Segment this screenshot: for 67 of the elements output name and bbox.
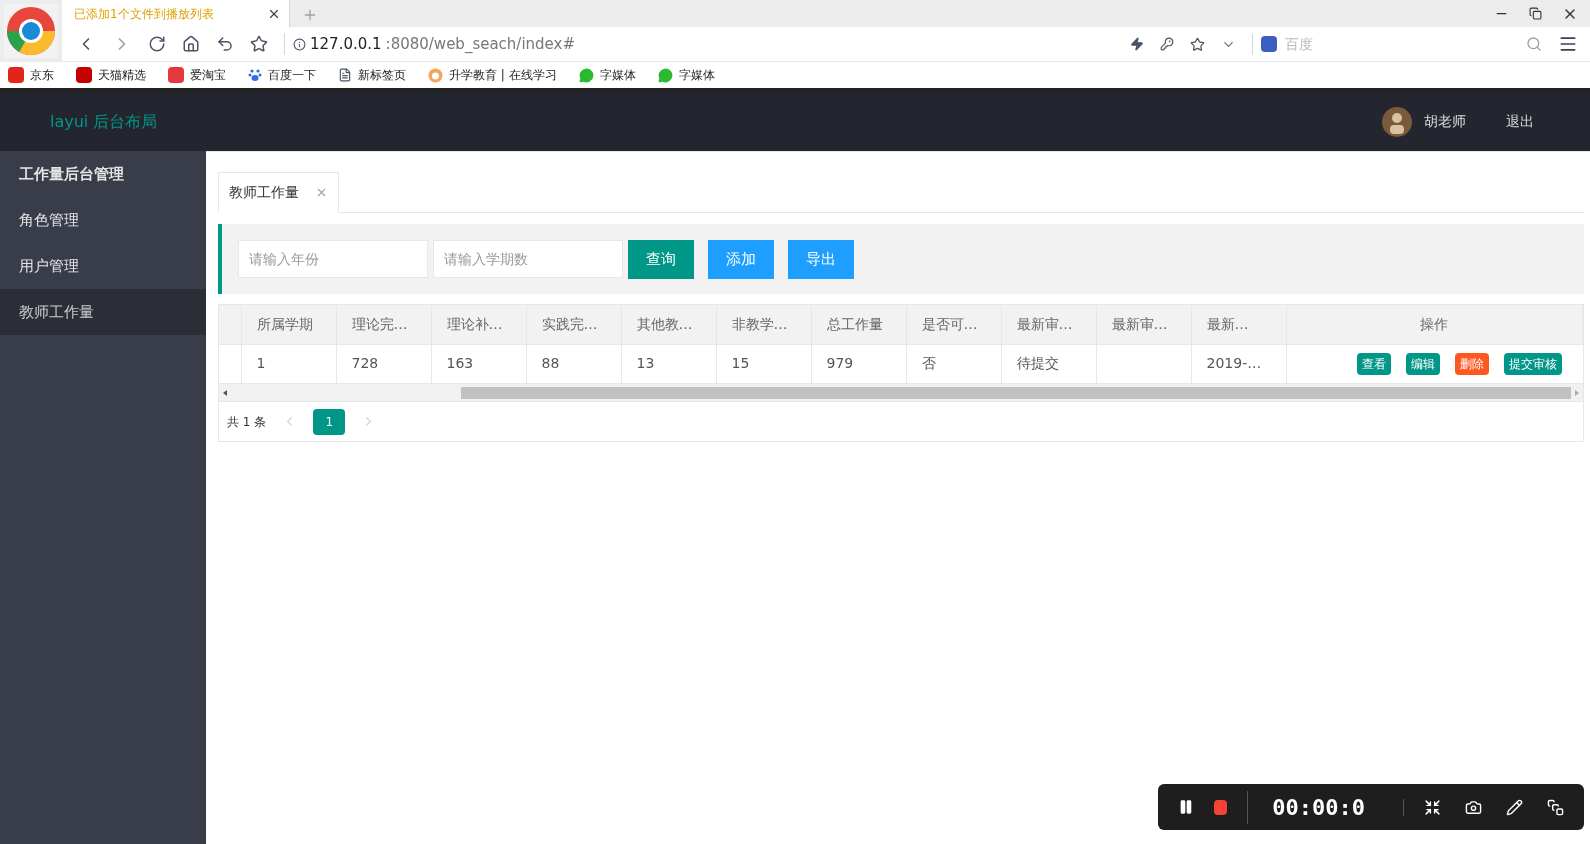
column-header: 理论完… (336, 305, 431, 344)
reload-icon[interactable] (148, 35, 166, 53)
bookmark-link[interactable]: 京东 (30, 66, 54, 84)
column-header: 最新审… (1096, 305, 1191, 344)
home-icon[interactable] (182, 35, 200, 53)
lightning-icon[interactable] (1130, 37, 1144, 51)
notification-text: 已添加1个文件到播放列表 (73, 5, 214, 23)
column-header: 操作 (1286, 305, 1583, 344)
column-header: 其他教… (621, 305, 716, 344)
row-action-button[interactable]: 编辑 (1406, 352, 1440, 375)
scrollbar-thumb[interactable] (461, 386, 1571, 399)
sidebar-item[interactable]: 角色管理 (0, 197, 206, 243)
total-count: 共 1 条 (227, 413, 267, 431)
column-header: 所属学期 (241, 305, 336, 344)
column-header: 实践完… (526, 305, 621, 344)
row-action-button[interactable]: 提交审核 (1504, 352, 1562, 375)
restore-icon[interactable] (1529, 7, 1542, 20)
bookmark-link[interactable]: 百度一下 (268, 66, 316, 84)
search-icon[interactable] (1526, 36, 1542, 52)
horizontal-scrollbar[interactable] (219, 383, 1583, 401)
toolbar-button[interactable]: 查询 (628, 239, 694, 279)
bookmark-link[interactable]: 新标签页 (358, 66, 406, 84)
avatar (1382, 106, 1412, 137)
bookmark-link[interactable]: 爱淘宝 (190, 66, 226, 84)
bookmark-link[interactable]: 字媒体 (678, 66, 715, 84)
page-tab[interactable]: 教师工作量 (218, 172, 339, 213)
sidebar-item[interactable]: 教师工作量 (0, 289, 206, 335)
column-header: 总工作量 (811, 305, 906, 344)
bookmark-link[interactable]: 升学教育 | 在线学习 (449, 66, 557, 84)
shrink-icon[interactable] (1424, 798, 1441, 816)
close-tab-icon[interactable] (315, 186, 328, 199)
page-icon (338, 68, 352, 82)
sidebar-item[interactable]: 用户管理 (0, 243, 206, 289)
logout-link[interactable]: 退出 (1506, 111, 1534, 132)
search-input[interactable]: 请输入年份 (238, 240, 428, 278)
bookmark-star-icon[interactable] (250, 35, 268, 53)
camera-icon[interactable] (1465, 798, 1482, 816)
recording-time: 00:00:0 (1247, 790, 1383, 824)
user-name[interactable]: 胡老师 (1424, 111, 1466, 132)
app-logo[interactable]: layui 后台布局 (50, 109, 158, 134)
pause-icon[interactable] (1178, 798, 1194, 816)
column-header: 最新… (1191, 305, 1286, 344)
chat-icon (657, 67, 673, 83)
address-field[interactable]: 127.0.0.1 :8080/web_seach/index# (284, 32, 1114, 56)
column-header: 理论补… (431, 305, 526, 344)
search-field[interactable]: 百度 (1285, 33, 1518, 55)
column-header: 非教学… (716, 305, 811, 344)
column-header: 是否可… (906, 305, 1001, 344)
menu-icon[interactable] (1558, 34, 1578, 54)
bookmark-link[interactable]: 天猫精选 (98, 66, 146, 84)
row-action-button[interactable]: 查看 (1357, 352, 1391, 375)
page-number[interactable]: 1 (313, 408, 346, 435)
browser-logo-icon (4, 4, 58, 58)
stop-icon[interactable] (1213, 799, 1228, 815)
scroll-left-icon[interactable] (223, 389, 227, 396)
chat-icon (578, 67, 594, 83)
column-header: 最新审… (1001, 305, 1096, 344)
sidebar-item[interactable]: 工作量后台管理 (0, 151, 206, 197)
window-icon[interactable] (1547, 798, 1564, 816)
key-icon[interactable] (1160, 37, 1174, 51)
pen-icon[interactable] (1506, 798, 1523, 816)
info-icon[interactable] (293, 37, 306, 51)
bookmark-link[interactable]: 字媒体 (599, 66, 636, 84)
paw-icon (248, 68, 262, 82)
star-icon[interactable] (1190, 36, 1205, 52)
undo-icon[interactable] (216, 35, 234, 53)
search-input[interactable]: 请输入学期数 (433, 240, 623, 278)
